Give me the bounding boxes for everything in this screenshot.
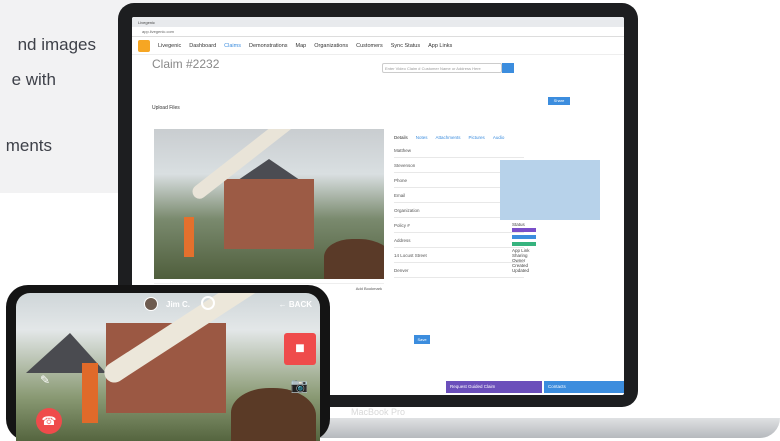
nav-demonstrations[interactable]: Demonstrations — [249, 43, 288, 49]
browser-tab[interactable]: Livegenic — [138, 20, 155, 25]
status-panel: Status App Link Sharing Owner Created Up… — [512, 222, 612, 332]
tree-roots — [324, 239, 384, 279]
request-guided-claim-button[interactable]: Request Guided Claim — [446, 381, 542, 393]
tab-attachments[interactable]: Attachments — [436, 135, 461, 140]
nav-sync-status[interactable]: Sync Status — [391, 43, 420, 49]
caller-avatar — [144, 297, 158, 311]
updated-label: Updated — [512, 268, 530, 273]
upload-files-button[interactable]: Upload Files — [152, 105, 180, 111]
tab-details[interactable]: Details — [394, 135, 408, 140]
contacts-button[interactable]: Contacts — [544, 381, 624, 393]
browser-tab-bar: Livegenic — [132, 17, 624, 27]
claim-video-frame[interactable] — [154, 129, 384, 279]
nav-map[interactable]: Map — [296, 43, 307, 49]
phone: Jim C. ← BACK ■ 📷 ✎ ☎ — [6, 285, 330, 441]
status-chip[interactable] — [512, 242, 536, 246]
address-label: Address — [394, 236, 524, 248]
save-button[interactable]: Save — [414, 335, 430, 344]
timer-icon — [201, 296, 215, 310]
phone-screen: Jim C. ← BACK ■ 📷 ✎ ☎ — [16, 293, 320, 441]
person-in-vest — [184, 217, 194, 257]
search-button[interactable] — [502, 63, 514, 73]
back-button[interactable]: ← BACK — [279, 300, 312, 309]
marketing-line-3: ments — [5, 136, 52, 155]
video-camera-icon[interactable]: ■ — [284, 333, 316, 365]
camera-icon[interactable]: 📷 — [291, 377, 308, 394]
page-title: Claim #2232 — [152, 57, 220, 71]
nav-customers[interactable]: Customers — [356, 43, 383, 49]
status-label: Status — [512, 222, 525, 227]
location-map[interactable] — [500, 160, 600, 220]
tab-pictures[interactable]: Pictures — [469, 135, 485, 140]
search-input[interactable]: Enter Video Claim # Customer Name or Add… — [382, 63, 502, 73]
contacts-label: Contacts — [548, 384, 566, 389]
tab-audio[interactable]: Audio — [493, 135, 505, 140]
address-field[interactable]: 14 Locust Street — [394, 251, 524, 263]
phone-hangup-icon[interactable]: ☎ — [36, 408, 62, 434]
city-field[interactable]: Denver — [394, 266, 524, 278]
share-button[interactable]: Share — [548, 97, 570, 105]
nav-claims[interactable]: Claims — [224, 43, 241, 49]
laptop-brand-label: MacBook Pro — [350, 407, 406, 417]
policy-field[interactable]: Policy # — [394, 221, 524, 233]
app-navbar: Livegenic Dashboard Claims Demonstration… — [132, 37, 624, 55]
nav-organizations[interactable]: Organizations — [314, 43, 348, 49]
url-text: app.livegenic.com — [142, 29, 175, 34]
first-name-field[interactable]: Matthew — [394, 146, 524, 158]
status-chip[interactable] — [512, 228, 536, 232]
tab-notes[interactable]: Notes — [416, 135, 428, 140]
details-tabs: Details Notes Attachments Pictures Audio — [394, 135, 524, 140]
status-chip[interactable] — [512, 235, 536, 239]
marketing-line-2: e with — [11, 70, 56, 89]
livegenic-logo-icon — [138, 39, 150, 52]
add-bookmark-button[interactable]: Add Bookmark — [356, 286, 382, 293]
house — [224, 179, 314, 249]
marketing-line-1: nd images — [17, 35, 96, 54]
browser-url-bar[interactable]: app.livegenic.com — [132, 27, 624, 37]
back-label: BACK — [288, 300, 312, 309]
nav-brand[interactable]: Livegenic — [158, 43, 181, 49]
person-in-vest — [82, 363, 98, 423]
caller-name: Jim C. — [166, 300, 191, 309]
pen-icon[interactable]: ✎ — [40, 373, 50, 387]
nav-app-links[interactable]: App Links — [428, 43, 452, 49]
nav-dashboard[interactable]: Dashboard — [189, 43, 216, 49]
